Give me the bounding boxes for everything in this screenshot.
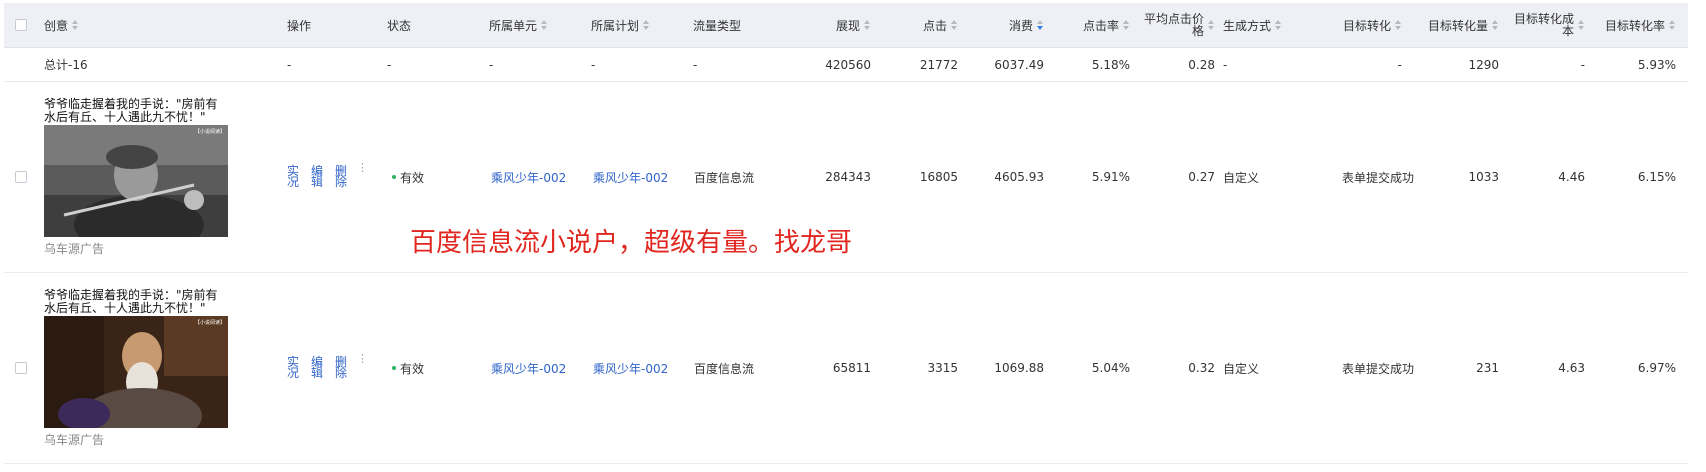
sort-icon[interactable] bbox=[1669, 20, 1676, 30]
sort-icon[interactable] bbox=[72, 20, 79, 30]
col-cpc[interactable]: 平均点击价格 bbox=[1137, 3, 1215, 47]
ctr: 5.91% bbox=[1091, 170, 1130, 184]
more-icon[interactable]: ⋮ bbox=[357, 353, 368, 379]
cpc: 0.32 bbox=[1188, 361, 1215, 375]
row-checkbox[interactable] bbox=[15, 273, 29, 463]
col-status: 状态 bbox=[387, 18, 412, 33]
creative-image[interactable]: 【小说阅读】 bbox=[44, 125, 228, 237]
more-icon[interactable]: ⋮ bbox=[357, 162, 368, 188]
conv-volume: 231 bbox=[1476, 361, 1499, 375]
conv-target: 表单提交成功 bbox=[1341, 170, 1414, 185]
edit-link[interactable]: 编辑 bbox=[311, 356, 323, 379]
col-clicks[interactable]: 点击 bbox=[881, 3, 958, 47]
col-plan[interactable]: 所属计划 bbox=[591, 3, 691, 47]
sort-icon[interactable] bbox=[643, 20, 650, 30]
cost: 4605.93 bbox=[994, 170, 1044, 184]
unit-link[interactable]: 乘风少年-002 bbox=[491, 273, 591, 463]
total-impressions: 420560 bbox=[825, 57, 871, 72]
clicks: 16805 bbox=[919, 170, 958, 184]
total-status: - bbox=[387, 57, 392, 72]
total-ctr: 5.18% bbox=[1091, 57, 1130, 72]
conv-rate: 6.97% bbox=[1637, 361, 1676, 375]
status-text: 有效 bbox=[400, 361, 425, 376]
conv-rate: 6.15% bbox=[1637, 170, 1676, 184]
plan-link[interactable]: 乘风少年-002 bbox=[593, 273, 693, 463]
total-label: 总计-16 bbox=[44, 58, 88, 72]
conv-volume: 1033 bbox=[1468, 170, 1499, 184]
sort-icon[interactable] bbox=[1208, 20, 1215, 30]
total-row: 总计-16 - - - - - 420560 21772 6037.49 5.1… bbox=[4, 48, 1688, 82]
image-watermark: 【小说阅读】 bbox=[195, 128, 225, 135]
traffic-type: 百度信息流 bbox=[694, 361, 755, 376]
creative-source: 乌车源广告 bbox=[44, 242, 105, 256]
col-operation: 操作 bbox=[287, 18, 312, 33]
delete-link[interactable]: 删除 bbox=[335, 356, 347, 379]
col-conv-target[interactable]: 目标转化 bbox=[1304, 3, 1402, 47]
col-conv-cost[interactable]: 目标转化成本 bbox=[1499, 3, 1585, 47]
creative-title: 爷爷临走握着我的手说："房前有水后有丘、十人遇此九不忧！" bbox=[44, 288, 218, 315]
status-text: 有效 bbox=[400, 170, 425, 185]
col-conv-rate[interactable]: 目标转化率 bbox=[1587, 3, 1676, 47]
total-cpc: 0.28 bbox=[1188, 57, 1215, 72]
ctr: 5.04% bbox=[1091, 361, 1130, 375]
conv-cost: 4.63 bbox=[1558, 361, 1585, 375]
total-unit: - bbox=[489, 57, 494, 72]
total-cost: 6037.49 bbox=[994, 57, 1044, 72]
total-operation: - bbox=[287, 57, 292, 72]
creative-title: 爷爷临走握着我的手说："房前有水后有丘、十人遇此九不忧！" bbox=[44, 97, 218, 124]
sort-icon[interactable] bbox=[541, 20, 548, 30]
col-conv-volume[interactable]: 目标转化量 bbox=[1408, 3, 1499, 47]
sort-icon[interactable] bbox=[1492, 20, 1499, 30]
col-ctr[interactable]: 点击率 bbox=[1053, 3, 1130, 47]
delete-link[interactable]: 删除 bbox=[335, 165, 347, 188]
live-link[interactable]: 实况 bbox=[287, 165, 299, 188]
operations: 实况 编辑 删除 ⋮ bbox=[287, 82, 368, 272]
sort-desc-icon[interactable] bbox=[1037, 20, 1044, 30]
table-row: 爷爷临走握着我的手说："房前有水后有丘、十人遇此九不忧！" 【小说阅读】 乌车源… bbox=[4, 273, 1688, 464]
total-conv-cost: - bbox=[1580, 57, 1585, 72]
impressions: 65811 bbox=[832, 361, 871, 375]
clicks: 3315 bbox=[927, 361, 958, 375]
col-creative[interactable]: 创意 bbox=[44, 3, 244, 47]
col-unit[interactable]: 所属单元 bbox=[489, 3, 589, 47]
cost: 1069.88 bbox=[994, 361, 1044, 375]
edit-link[interactable]: 编辑 bbox=[311, 165, 323, 188]
row-checkbox[interactable] bbox=[15, 82, 29, 272]
image-watermark: 【小说阅读】 bbox=[195, 319, 225, 326]
conv-cost: 4.46 bbox=[1558, 170, 1585, 184]
table-header: 创意 操作 状态 所属单元 所属计划 流量类型 展现 点击 消费 点击率 平均点… bbox=[4, 3, 1688, 48]
total-conv-rate: 5.93% bbox=[1637, 57, 1676, 72]
total-plan: - bbox=[591, 57, 596, 72]
creative-cell: 爷爷临走握着我的手说："房前有水后有丘、十人遇此九不忧！" 【小说阅读】 乌车源… bbox=[44, 98, 229, 257]
col-traffic: 流量类型 bbox=[693, 18, 742, 33]
total-traffic: - bbox=[693, 57, 698, 72]
select-all-checkbox[interactable] bbox=[15, 3, 29, 47]
operations: 实况 编辑 删除 ⋮ bbox=[287, 273, 368, 463]
total-conv-volume: 1290 bbox=[1468, 57, 1499, 72]
live-link[interactable]: 实况 bbox=[287, 356, 299, 379]
sort-icon[interactable] bbox=[951, 20, 958, 30]
creative-cell: 爷爷临走握着我的手说："房前有水后有丘、十人遇此九不忧！" 【小说阅读】 乌车源… bbox=[44, 289, 229, 448]
creative-image[interactable]: 【小说阅读】 bbox=[44, 316, 228, 428]
status-cell: 有效 bbox=[392, 273, 472, 463]
status-dot-icon bbox=[392, 366, 396, 370]
sort-icon[interactable] bbox=[1578, 20, 1585, 30]
sort-icon[interactable] bbox=[1395, 20, 1402, 30]
sort-icon[interactable] bbox=[864, 20, 871, 30]
creative-source: 乌车源广告 bbox=[44, 433, 105, 447]
col-cost[interactable]: 消费 bbox=[967, 3, 1044, 47]
cpc: 0.27 bbox=[1188, 170, 1215, 184]
status-dot-icon bbox=[392, 175, 396, 179]
total-clicks: 21772 bbox=[919, 57, 958, 72]
sort-icon[interactable] bbox=[1275, 20, 1282, 30]
sort-icon[interactable] bbox=[1123, 20, 1130, 30]
col-impressions[interactable]: 展现 bbox=[794, 3, 871, 47]
promo-overlay-text: 百度信息流小说户，超级有量。找龙哥 bbox=[410, 228, 853, 258]
conv-target: 表单提交成功 bbox=[1341, 361, 1414, 376]
total-conv-target: - bbox=[1397, 57, 1402, 72]
